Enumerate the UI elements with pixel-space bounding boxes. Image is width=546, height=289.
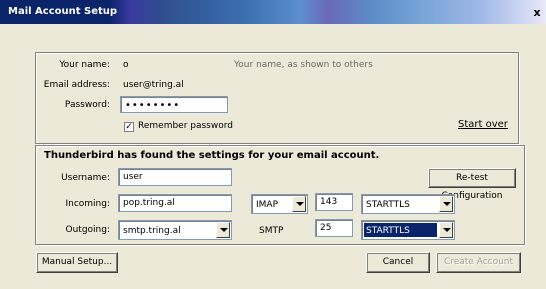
cancel-button[interactable]: Cancel [366, 252, 430, 273]
close-icon[interactable]: x [530, 6, 544, 19]
incoming-protocol-select[interactable]: IMAP [251, 194, 308, 214]
manual-setup-button[interactable]: Manual Setup... [36, 252, 118, 273]
name-label: Your name: [59, 60, 110, 70]
remember-password-label: Remember password [138, 121, 233, 131]
outgoing-port-value: 25 [320, 223, 332, 233]
settings-heading: Thunderbird has found the settings for y… [44, 150, 380, 161]
cancel-label: Cancel [382, 257, 414, 267]
retest-configuration-button[interactable]: Re-test Configuration [428, 168, 516, 201]
username-field[interactable]: user [118, 168, 232, 186]
incoming-server-value: pop.tring.al [123, 198, 175, 208]
outgoing-protocol: SMTP [259, 226, 284, 236]
create-account-label: Create Account [443, 257, 514, 267]
title-bar[interactable]: Mail Account Setup x [0, 0, 546, 24]
incoming-port-value: 143 [320, 197, 338, 207]
username-value: user [123, 172, 143, 182]
name-value[interactable]: o [123, 60, 129, 70]
username-label: Username: [61, 173, 110, 183]
name-hint: Your name, as shown to others [234, 60, 373, 70]
incoming-security-value: STARTTLS [366, 200, 410, 210]
password-value: •••••••• [125, 100, 181, 111]
incoming-port-field[interactable]: 143 [315, 193, 353, 211]
chevron-down-icon[interactable] [439, 222, 453, 238]
start-over-link[interactable]: Start over [458, 119, 508, 130]
manual-setup-label: Manual Setup... [41, 257, 113, 267]
incoming-label: Incoming: [65, 199, 110, 209]
window-title: Mail Account Setup [8, 6, 118, 17]
outgoing-security-value: STARTTLS [364, 223, 437, 237]
email-value[interactable]: user@tring.al [123, 80, 184, 90]
outgoing-server-value: smtp.tring.al [123, 226, 181, 236]
outgoing-label: Outgoing: [65, 225, 111, 235]
create-account-button[interactable]: Create Account [436, 252, 521, 273]
outgoing-server-select[interactable]: smtp.tring.al [118, 220, 232, 240]
email-label: Email address: [43, 80, 110, 90]
incoming-security-select[interactable]: STARTTLS [361, 194, 455, 214]
mail-account-setup-window: Mail Account Setup x Your name: o Your n… [0, 0, 546, 289]
chevron-down-icon[interactable] [292, 196, 306, 212]
outgoing-security-select[interactable]: STARTTLS [361, 220, 455, 240]
password-label: Password: [64, 100, 110, 110]
chevron-down-icon[interactable] [439, 196, 453, 212]
incoming-server-field[interactable]: pop.tring.al [118, 194, 232, 212]
chevron-down-icon[interactable] [216, 222, 230, 238]
incoming-protocol-value: IMAP [256, 200, 279, 210]
password-field[interactable]: •••••••• [120, 96, 228, 113]
remember-password-checkbox[interactable]: ✓ [124, 122, 134, 132]
outgoing-port-field[interactable]: 25 [315, 219, 353, 237]
